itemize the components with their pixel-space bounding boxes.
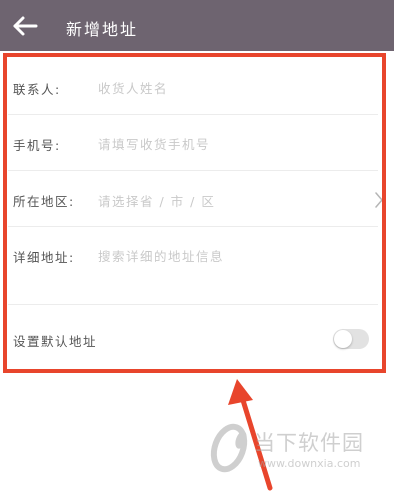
contact-input[interactable]: [98, 79, 358, 97]
default-address-toggle[interactable]: [333, 329, 369, 349]
region-row[interactable]: 所在地区: 请选择省 / 市 / 区: [0, 171, 394, 227]
region-label: 所在地区:: [13, 194, 75, 209]
region-picker[interactable]: 请选择省 / 市 / 区: [98, 189, 388, 213]
back-button[interactable]: [9, 12, 41, 40]
address-form: 联系人: 手机号: 所在地区: 请选择省 / 市 / 区 详细地址: 设置默认地: [0, 59, 394, 371]
detail-row: 详细地址:: [0, 227, 394, 305]
app-header: 新增地址: [0, 0, 394, 51]
detail-address-input[interactable]: [98, 246, 358, 286]
add-address-page: 新增地址 联系人: 手机号: 所在地区: 请选择省 / 市 / 区 详细地址:: [0, 0, 394, 491]
contact-label: 联系人:: [13, 82, 61, 97]
chevron-right-icon: [375, 192, 383, 208]
watermark-url: www.downxia.com: [258, 457, 361, 470]
phone-input[interactable]: [98, 135, 358, 153]
detail-label: 详细地址:: [13, 250, 75, 265]
contact-row: 联系人:: [0, 59, 394, 115]
watermark-name: 当下软件园: [254, 431, 364, 455]
default-address-row: 设置默认地址: [0, 305, 394, 367]
toggle-knob: [334, 330, 352, 348]
phone-row: 手机号:: [0, 115, 394, 171]
back-arrow-icon: [13, 16, 38, 36]
phone-label: 手机号:: [13, 138, 61, 153]
downxia-logo-icon: [210, 423, 248, 473]
page-title: 新增地址: [66, 20, 139, 39]
watermark: 当下软件园 www.downxia.com: [208, 420, 388, 480]
region-placeholder: 请选择省 / 市 / 区: [98, 194, 216, 209]
default-address-label: 设置默认地址: [13, 334, 98, 349]
